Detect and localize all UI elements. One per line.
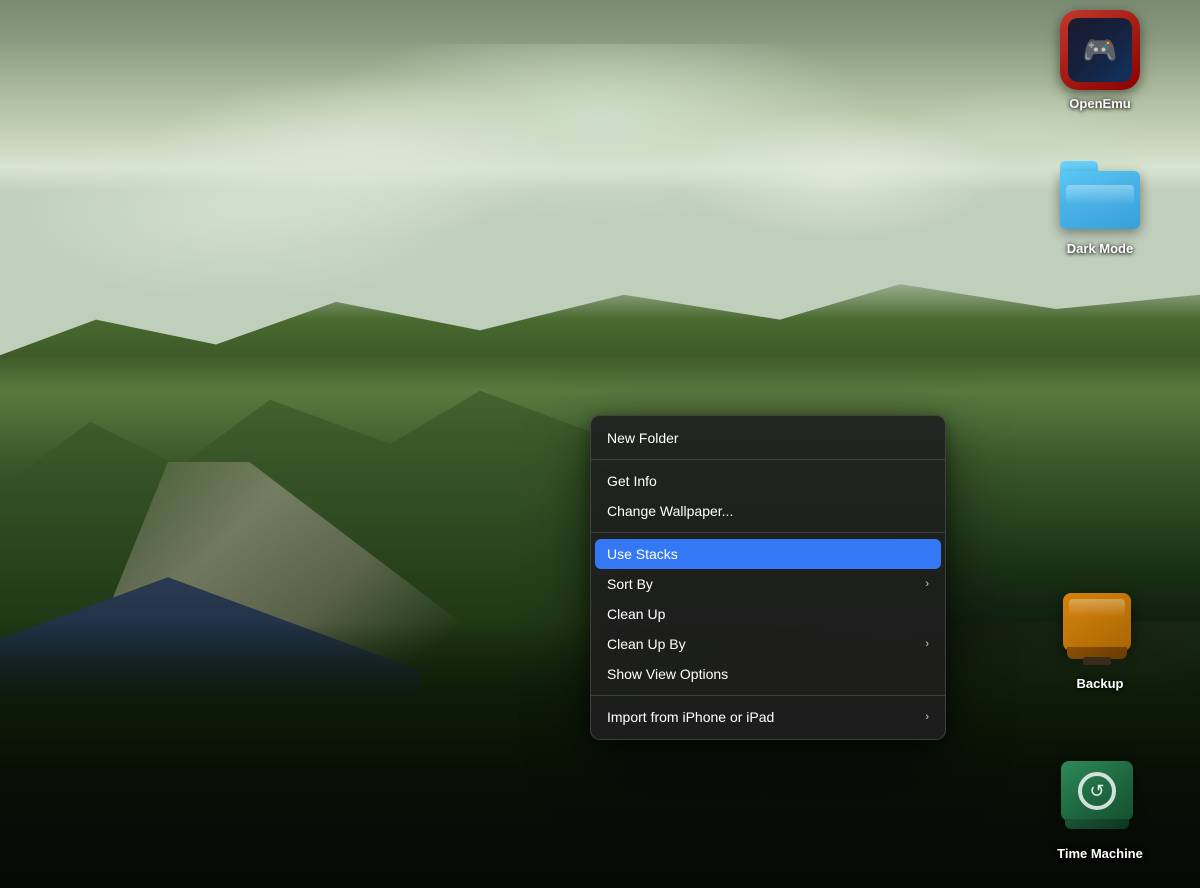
menu-item-use-stacks[interactable]: Use Stacks xyxy=(595,539,941,569)
backup-icon-image xyxy=(1060,590,1140,670)
menu-item-get-info[interactable]: Get Info xyxy=(591,466,945,496)
hdd-body xyxy=(1063,593,1131,651)
menu-item-clean-up-by[interactable]: Clean Up By › xyxy=(591,629,945,659)
menu-item-use-stacks-label: Use Stacks xyxy=(607,546,678,562)
menu-item-import-iphone-label: Import from iPhone or iPad xyxy=(607,709,774,725)
menu-item-import-iphone[interactable]: Import from iPhone or iPad › xyxy=(591,702,945,732)
folder-shine xyxy=(1066,185,1134,205)
menu-item-clean-up[interactable]: Clean Up xyxy=(591,599,945,629)
menu-item-clean-up-by-label: Clean Up By xyxy=(607,636,686,652)
desktop-icon-backup[interactable]: Backup xyxy=(1050,590,1150,693)
timemachine-icon-label: Time Machine xyxy=(1057,846,1143,863)
hdd-connector xyxy=(1083,657,1111,665)
menu-section-4: Import from iPhone or iPad › xyxy=(591,700,945,734)
desktop-icon-darkmode[interactable]: Dark Mode xyxy=(1050,155,1150,258)
menu-section-2: Get Info Change Wallpaper... xyxy=(591,464,945,528)
menu-item-show-view-options-label: Show View Options xyxy=(607,666,728,682)
timemachine-icon-image: ↺ xyxy=(1060,760,1140,840)
openemu-icon-image xyxy=(1060,10,1140,90)
menu-item-show-view-options[interactable]: Show View Options xyxy=(591,659,945,689)
menu-item-new-folder-label: New Folder xyxy=(607,430,679,446)
hdd-icon-graphic xyxy=(1063,593,1138,668)
darkmode-icon-label: Dark Mode xyxy=(1067,241,1133,258)
menu-separator-2 xyxy=(591,532,945,533)
backup-icon-label: Backup xyxy=(1077,676,1124,693)
menu-section-3: Use Stacks Sort By › Clean Up Clean Up B… xyxy=(591,537,945,691)
folder-icon-graphic xyxy=(1060,161,1140,229)
context-menu: New Folder Get Info Change Wallpaper... … xyxy=(590,415,946,740)
menu-separator-1 xyxy=(591,459,945,460)
desktop-icon-openemu[interactable]: OpenEmu xyxy=(1050,10,1150,113)
folder-body xyxy=(1060,171,1140,229)
darkmode-icon-image xyxy=(1060,155,1140,235)
menu-item-change-wallpaper[interactable]: Change Wallpaper... xyxy=(591,496,945,526)
hdd-shine xyxy=(1069,599,1125,617)
desktop-icon-timemachine[interactable]: ↺ Time Machine xyxy=(1050,760,1150,863)
menu-section-1: New Folder xyxy=(591,421,945,455)
menu-item-sort-by[interactable]: Sort By › xyxy=(591,569,945,599)
tm-arrow-icon: ↺ xyxy=(1089,781,1104,802)
menu-item-sort-by-label: Sort By xyxy=(607,576,653,592)
tm-circle: ↺ xyxy=(1078,772,1116,810)
tm-icon-graphic: ↺ xyxy=(1061,761,1139,839)
menu-item-new-folder[interactable]: New Folder xyxy=(591,423,945,453)
menu-item-get-info-label: Get Info xyxy=(607,473,657,489)
menu-item-clean-up-label: Clean Up xyxy=(607,606,665,622)
openemu-icon-graphic xyxy=(1060,10,1140,90)
tm-body: ↺ xyxy=(1061,761,1133,821)
clean-up-by-arrow-icon: › xyxy=(925,638,929,650)
menu-separator-3 xyxy=(591,695,945,696)
sort-by-arrow-icon: › xyxy=(925,578,929,590)
openemu-icon-label: OpenEmu xyxy=(1069,96,1130,113)
menu-item-change-wallpaper-label: Change Wallpaper... xyxy=(607,503,733,519)
import-iphone-arrow-icon: › xyxy=(925,711,929,723)
tm-base xyxy=(1065,819,1129,829)
